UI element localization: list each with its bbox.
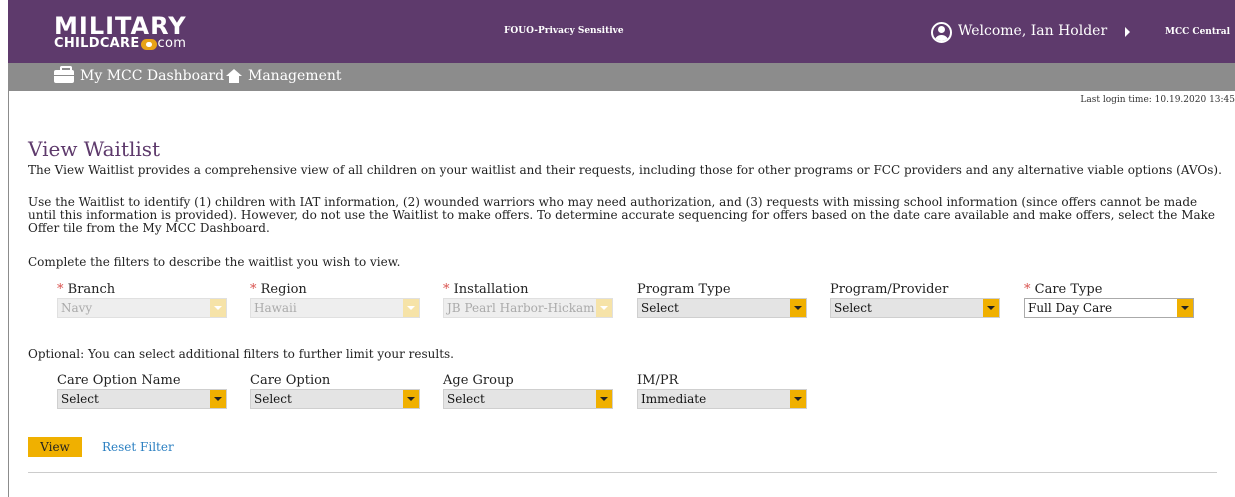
chevron-down-icon bbox=[403, 390, 419, 408]
chevron-down-icon bbox=[790, 390, 806, 408]
branch-select[interactable]: Navy bbox=[57, 298, 227, 318]
care-option-name-label: Care Option Name bbox=[57, 373, 181, 388]
classification-banner: FOUO-Privacy Sensitive bbox=[504, 26, 624, 36]
page-title: View Waitlist bbox=[28, 137, 161, 161]
age-group-filter: Age Group Select bbox=[443, 373, 613, 409]
chevron-down-icon bbox=[1177, 299, 1193, 317]
last-login-time: Last login time: 10.19.2020 13:45 bbox=[1080, 95, 1235, 105]
logo-badge-icon bbox=[140, 38, 157, 50]
nav-my-mcc-dashboard[interactable]: My MCC Dashboard bbox=[54, 65, 225, 84]
age-group-label: Age Group bbox=[443, 373, 514, 388]
age-group-select[interactable]: Select bbox=[443, 389, 613, 409]
home-icon bbox=[226, 69, 242, 83]
briefcase-icon bbox=[54, 65, 74, 83]
chevron-down-icon bbox=[983, 299, 999, 317]
view-button[interactable]: View bbox=[28, 437, 82, 457]
branch-filter: * Branch Navy bbox=[57, 282, 227, 318]
site-logo[interactable]: MILITARY CHILDCARE com bbox=[54, 12, 187, 51]
nav-management[interactable]: Management bbox=[226, 68, 342, 84]
nav-dashboard-label: My MCC Dashboard bbox=[80, 68, 225, 84]
logo-com-text: com bbox=[157, 36, 187, 51]
region-filter: * Region Hawaii bbox=[250, 282, 420, 318]
chevron-down-icon bbox=[210, 390, 226, 408]
care-option-name-select[interactable]: Select bbox=[57, 389, 227, 409]
logo-sub-text: CHILDCARE com bbox=[54, 37, 187, 51]
program-type-select[interactable]: Select bbox=[637, 298, 807, 318]
im-pr-filter: IM/PR Immediate bbox=[637, 373, 807, 409]
region-label: * Region bbox=[250, 282, 307, 297]
installation-filter: * Installation JB Pearl Harbor-Hickam bbox=[443, 282, 613, 318]
program-provider-filter: Program/Provider Select bbox=[830, 282, 1000, 318]
chevron-down-icon bbox=[210, 299, 226, 317]
branch-label: * Branch bbox=[57, 282, 116, 297]
divider bbox=[28, 472, 1217, 473]
user-avatar-icon[interactable] bbox=[931, 22, 952, 43]
usage-text: Use the Waitlist to identify (1) childre… bbox=[28, 195, 1216, 235]
im-pr-select[interactable]: Immediate bbox=[637, 389, 807, 409]
intro-text: The View Waitlist provides a comprehensi… bbox=[28, 163, 1222, 177]
top-header: MILITARY CHILDCARE com FOUO-Privacy Sens… bbox=[8, 0, 1235, 63]
care-option-name-filter: Care Option Name Select bbox=[57, 373, 227, 409]
im-pr-label: IM/PR bbox=[637, 373, 679, 388]
reset-filter-link[interactable]: Reset Filter bbox=[102, 440, 174, 454]
program-type-filter: Program Type Select bbox=[637, 282, 807, 318]
filters-intro-text: Complete the filters to describe the wai… bbox=[28, 255, 401, 269]
installation-label: * Installation bbox=[443, 282, 529, 297]
care-option-label: Care Option bbox=[250, 373, 331, 388]
mcc-central-link[interactable]: MCC Central bbox=[1165, 27, 1230, 37]
care-type-filter: * Care Type Full Day Care bbox=[1024, 282, 1194, 318]
region-select[interactable]: Hawaii bbox=[250, 298, 420, 318]
installation-select[interactable]: JB Pearl Harbor-Hickam bbox=[443, 298, 613, 318]
user-menu-arrow-icon[interactable] bbox=[1125, 27, 1130, 37]
program-type-label: Program Type bbox=[637, 282, 731, 297]
welcome-user[interactable]: Welcome, Ian Holder bbox=[958, 23, 1107, 39]
left-border bbox=[8, 91, 9, 497]
care-option-filter: Care Option Select bbox=[250, 373, 420, 409]
nav-management-label: Management bbox=[248, 68, 342, 84]
chevron-down-icon bbox=[596, 299, 612, 317]
main-nav: My MCC Dashboard Management bbox=[8, 63, 1235, 91]
program-provider-select[interactable]: Select bbox=[830, 298, 1000, 318]
care-type-select[interactable]: Full Day Care bbox=[1024, 298, 1194, 318]
chevron-down-icon bbox=[790, 299, 806, 317]
logo-main-text: MILITARY bbox=[54, 12, 187, 40]
logo-care-text: CHILDCARE bbox=[54, 36, 140, 51]
care-type-label: * Care Type bbox=[1024, 282, 1103, 297]
optional-intro-text: Optional: You can select additional filt… bbox=[28, 347, 454, 361]
chevron-down-icon bbox=[596, 390, 612, 408]
chevron-down-icon bbox=[403, 299, 419, 317]
care-option-select[interactable]: Select bbox=[250, 389, 420, 409]
program-provider-label: Program/Provider bbox=[830, 282, 949, 297]
